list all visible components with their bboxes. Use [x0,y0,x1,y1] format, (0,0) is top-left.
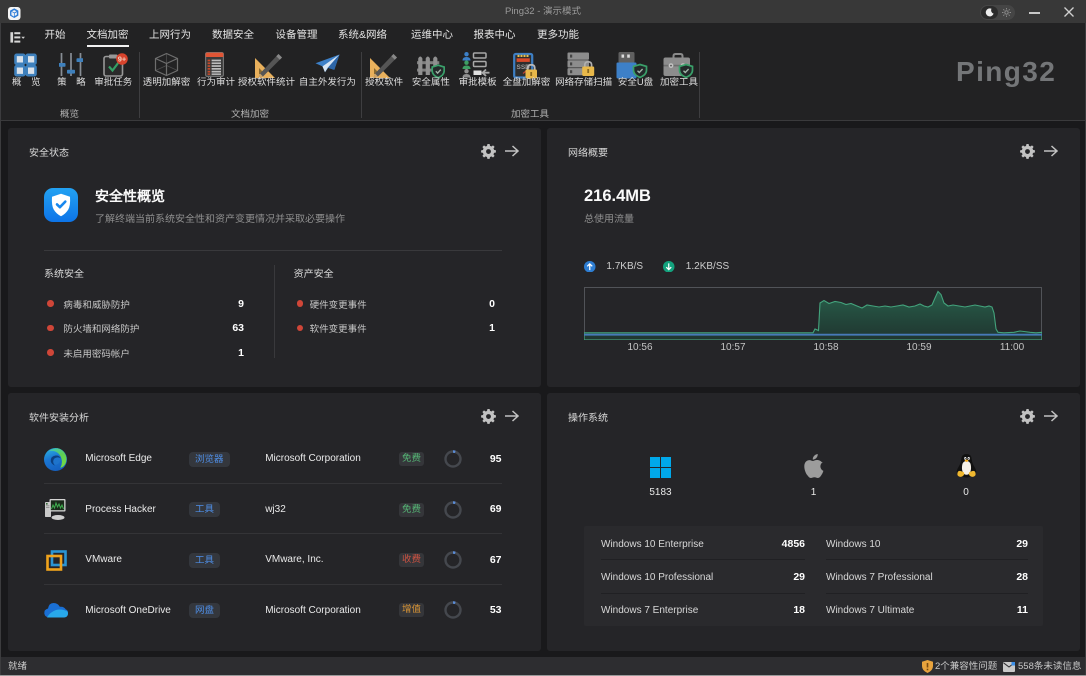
svg-text:9+: 9+ [118,55,127,64]
